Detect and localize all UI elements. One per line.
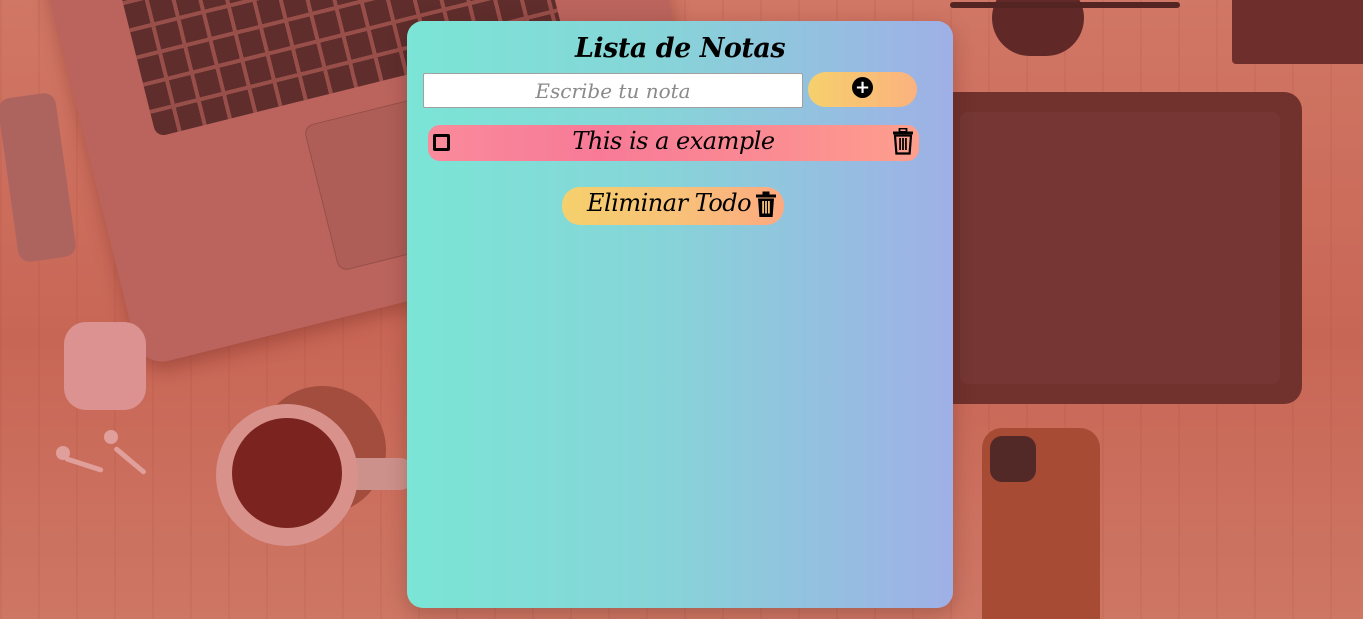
page-title: Lista de Notas <box>574 33 786 64</box>
note-checkbox[interactable] <box>433 134 450 151</box>
notes-card: Lista de Notas + This is a example Elimi… <box>407 21 953 608</box>
note-item: This is a example <box>428 125 919 161</box>
trash-icon <box>756 191 776 217</box>
plus-circle-icon: + <box>852 77 873 98</box>
delete-all-label: Eliminar Todo <box>587 189 752 217</box>
trash-icon[interactable] <box>892 128 914 155</box>
add-note-button[interactable]: + <box>808 72 917 107</box>
delete-all-button[interactable]: Eliminar Todo <box>562 187 784 225</box>
note-text: This is a example <box>572 127 775 155</box>
note-input[interactable] <box>423 73 803 108</box>
